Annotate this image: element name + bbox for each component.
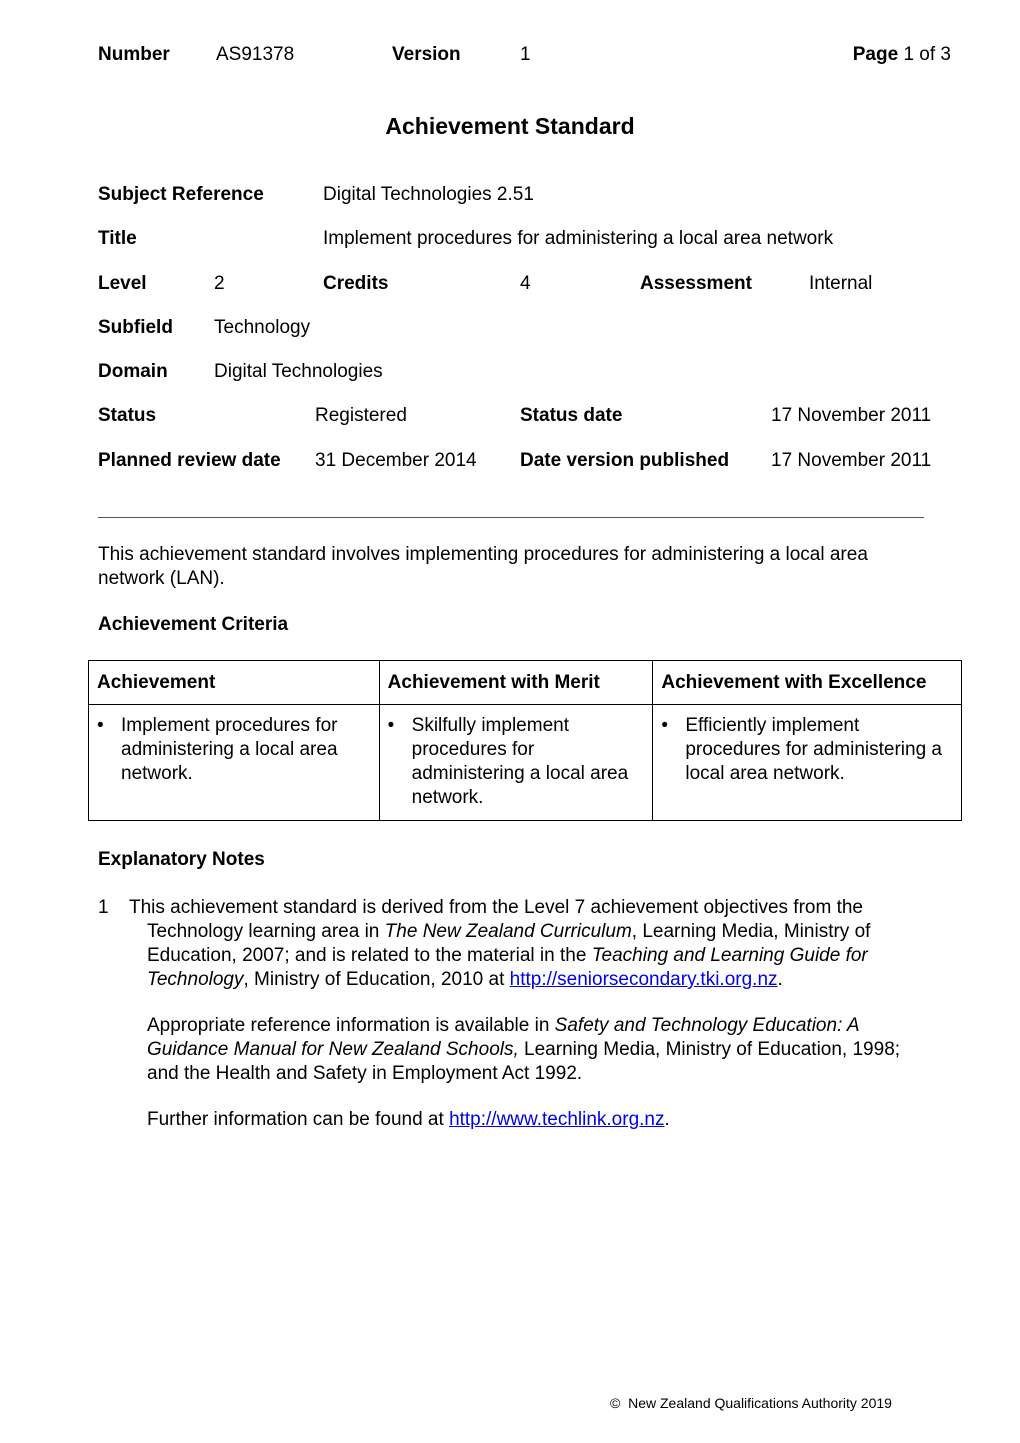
further-info-paragraph: Further information can be found at http… (147, 1108, 937, 1132)
assessment-label: Assessment (640, 273, 752, 294)
footer-text: New Zealand Qualifications Authority 201… (628, 1395, 892, 1411)
reference-paragraph: Appropriate reference information is ava… (147, 1014, 937, 1086)
criteria-header-row: Achievement Achievement with Merit Achie… (88, 660, 962, 705)
status-date-label: Status date (520, 405, 623, 426)
status-label: Status (98, 405, 157, 426)
version-value: 1 (520, 44, 531, 65)
criteria-heading: Achievement Criteria (98, 614, 289, 635)
domain-label: Domain (98, 361, 168, 382)
explanatory-heading: Explanatory Notes (98, 849, 265, 870)
explanatory-note-1: 1 This achievement standard is derived f… (98, 896, 928, 992)
version-label: Version (392, 44, 461, 65)
subfield-label: Subfield (98, 317, 173, 338)
note-citation: The New Zealand Curriculum (384, 921, 632, 942)
bullet-icon: • (97, 715, 104, 736)
subject-reference-value: Digital Technologies 2.51 (323, 184, 534, 205)
criteria-row: • Implement procedures for administering … (88, 704, 962, 821)
bullet-icon: • (661, 715, 669, 736)
planned-review-label: Planned review date (98, 450, 281, 471)
page-value: 1 of 3 (903, 44, 951, 65)
status-date-value: 17 November 2011 (771, 405, 932, 426)
divider (98, 517, 924, 518)
page-indicator: Page 1 of 3 (853, 44, 951, 66)
criteria-text: Skilfully implement procedures for admin… (411, 715, 629, 808)
date-published-value: 17 November 2011 (771, 450, 932, 471)
date-published-label: Date version published (520, 450, 730, 471)
note-text: This achievement standard is derived fro… (129, 896, 928, 992)
criteria-cell: • Skilfully implement procedures for admi… (378, 704, 654, 821)
criteria-table: Achievement Achievement with Merit Achie… (88, 660, 962, 821)
level-label: Level (98, 273, 147, 294)
number-value: AS91378 (216, 44, 295, 65)
column-header: Achievement with Merit (378, 660, 654, 705)
level-value: 2 (214, 273, 225, 294)
number-label: Number (98, 44, 170, 65)
para-text-part: Appropriate reference information is ava… (147, 1015, 555, 1036)
column-header: Achievement (88, 660, 380, 705)
note-text-part: , Ministry of Education, 2010 at (243, 969, 510, 990)
status-value: Registered (315, 405, 407, 426)
footer: © New Zealand Qualifications Authority 2… (610, 1394, 892, 1412)
planned-review-value: 31 December 2014 (315, 450, 477, 471)
domain-value: Digital Technologies (214, 361, 383, 382)
note-text-part: . (777, 969, 783, 990)
note-number: 1 (98, 897, 109, 918)
para-text-part: Further information can be found at (147, 1109, 450, 1130)
copyright-icon: © (610, 1395, 621, 1411)
credits-label: Credits (323, 273, 389, 294)
techlink-link[interactable]: http://www.techlink.org.nz (449, 1109, 664, 1130)
tki-link[interactable]: http://seniorsecondary.tki.org.nz (510, 969, 778, 990)
subfield-value: Technology (214, 317, 311, 338)
criteria-text: Efficiently implement procedures for adm… (685, 715, 942, 784)
column-header: Achievement with Excellence (652, 660, 962, 705)
criteria-text: Implement procedures for administering a… (121, 715, 338, 784)
assessment-value: Internal (809, 273, 873, 294)
criteria-cell: • Implement procedures for administering … (88, 704, 380, 821)
page-label: Page (852, 44, 899, 65)
document-title: Achievement Standard (385, 113, 635, 139)
title-label: Title (98, 228, 137, 249)
criteria-cell: • Efficiently implement procedures for ad… (652, 704, 962, 821)
bullet-icon: • (387, 715, 395, 736)
title-value: Implement procedures for administering a… (323, 228, 834, 249)
credits-value: 4 (520, 273, 531, 294)
subject-reference-label: Subject Reference (98, 184, 264, 205)
para-text-part: . (664, 1109, 670, 1130)
intro-paragraph: This achievement standard involves imple… (98, 544, 868, 589)
